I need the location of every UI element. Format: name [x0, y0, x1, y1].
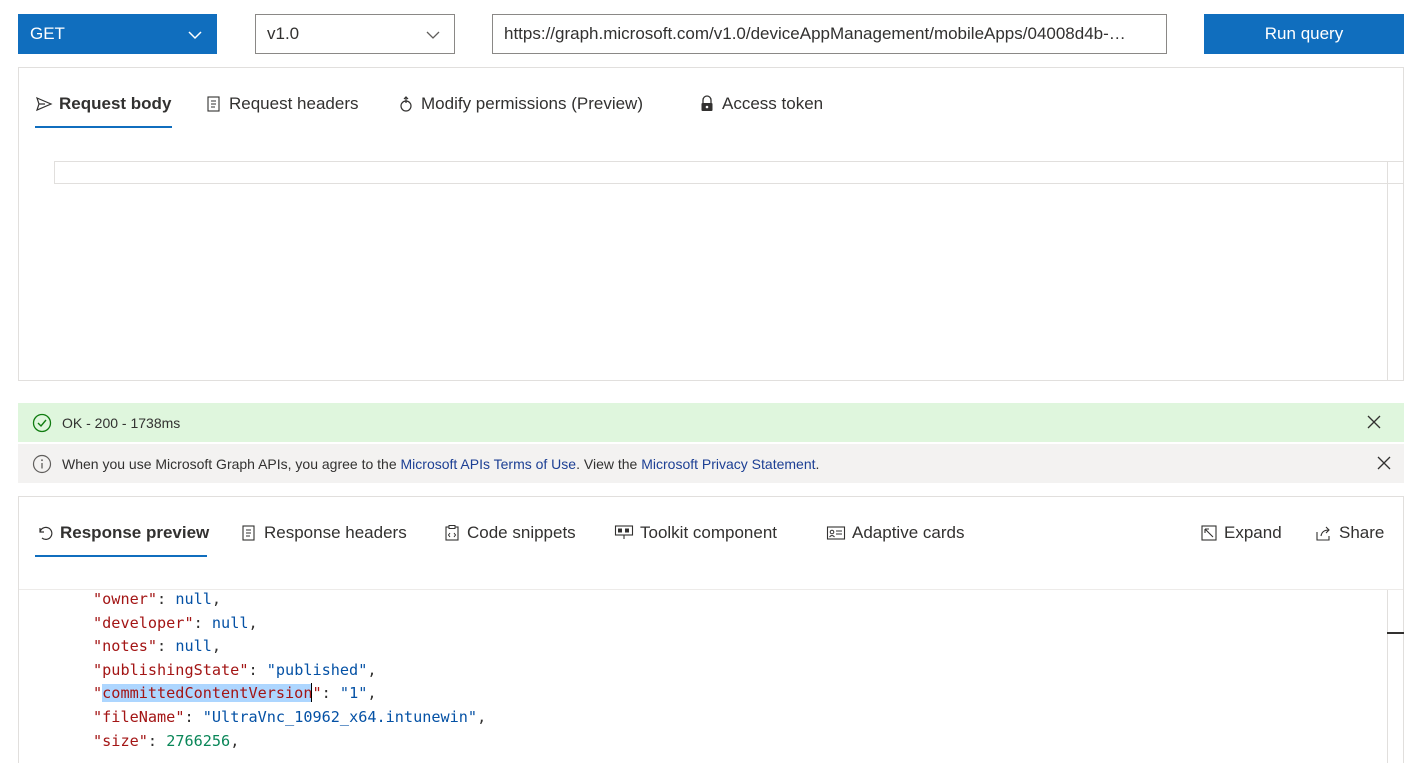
share-icon [1316, 526, 1330, 541]
tab-adaptive-cards[interactable]: Adaptive cards [826, 521, 964, 545]
run-query-button[interactable]: Run query [1204, 14, 1404, 54]
status-text: OK - 200 - 1738ms [62, 414, 181, 431]
terms-prefix: When you use Microsoft Graph APIs, you a… [62, 455, 401, 472]
lock-icon [701, 95, 713, 111]
json-key: size [102, 731, 139, 750]
tab-response-preview[interactable]: Response preview [36, 521, 209, 545]
permissions-icon [400, 96, 412, 112]
json-key: publishingState [102, 660, 240, 679]
terms-middle: . View the [576, 455, 642, 472]
response-scrollbar[interactable] [1387, 590, 1388, 763]
json-value: "UltraVnc_10962_x64.intunewin" [202, 707, 478, 726]
json-line: "committedContentVersion": "1", [93, 683, 377, 703]
json-key: developer [102, 613, 185, 632]
version-value: v1.0 [267, 24, 300, 43]
headers-icon [242, 525, 255, 541]
code-snippet-icon [445, 525, 459, 541]
tab-label: Modify permissions (Preview) [421, 94, 643, 113]
request-editor-scrollbar[interactable] [1387, 161, 1388, 380]
selected-json-key: committedContentVersion [102, 684, 313, 703]
tab-label: Adaptive cards [852, 523, 965, 542]
share-button[interactable]: Share [1315, 521, 1384, 545]
tab-label: Code snippets [467, 523, 576, 542]
json-key: fileName [102, 707, 176, 726]
terms-suffix: . [815, 455, 820, 472]
json-value: null [211, 613, 249, 632]
json-value: 2766256 [166, 731, 231, 750]
headers-icon [207, 96, 220, 112]
json-value: "published" [266, 660, 368, 679]
version-dropdown[interactable]: v1.0 [255, 14, 455, 54]
json-line: "fileName": "UltraVnc_10962_x64.intunewi… [93, 707, 487, 726]
tab-modify-permissions[interactable]: Modify permissions (Preview) [397, 92, 643, 116]
chevron-down-icon [426, 31, 440, 39]
chevron-down-icon [188, 31, 202, 40]
tab-label: Request headers [229, 94, 359, 113]
expand-button[interactable]: Expand [1200, 521, 1282, 545]
scrollbar-thumb[interactable] [1387, 632, 1404, 634]
close-icon[interactable] [1377, 456, 1391, 470]
json-value: null [175, 590, 212, 608]
tab-code-snippets[interactable]: Code snippets [443, 521, 576, 545]
tab-request-body[interactable]: Request body [35, 92, 171, 116]
tab-response-headers[interactable]: Response headers [240, 521, 407, 545]
card-icon [826, 526, 846, 540]
json-line: "publishingState": "published", [93, 660, 377, 679]
tab-label: Toolkit component [640, 523, 778, 542]
request-body-editor[interactable] [54, 161, 1404, 184]
close-icon[interactable] [1367, 415, 1381, 429]
json-line: "owner": null, [93, 590, 222, 608]
expand-icon [1201, 525, 1217, 541]
response-json-viewer[interactable]: "owner": null, "developer": null, "notes… [93, 588, 486, 753]
send-icon [36, 96, 53, 112]
active-tab-indicator [35, 555, 207, 557]
info-icon [32, 454, 52, 473]
toolkit-icon [614, 525, 634, 539]
tab-label: Access token [722, 94, 824, 113]
url-input[interactable]: https://graph.microsoft.com/v1.0/deviceA… [492, 14, 1167, 54]
method-value: GET [30, 24, 65, 43]
json-key: notes [102, 637, 148, 656]
status-message-bar: OK - 200 - 1738ms [18, 403, 1404, 442]
json-line: "size": 2766256, [93, 731, 240, 750]
undo-icon [39, 526, 53, 540]
json-value: "1" [339, 684, 368, 703]
terms-of-use-link[interactable]: Microsoft APIs Terms of Use [401, 456, 577, 472]
tab-label: Response preview [60, 523, 210, 542]
terms-message-bar: When you use Microsoft Graph APIs, you a… [18, 444, 1404, 483]
json-line: "notes": null, [93, 637, 222, 656]
json-line: "developer": null, [93, 613, 258, 632]
tab-label: Request body [59, 94, 172, 113]
privacy-statement-link[interactable]: Microsoft Privacy Statement [641, 456, 815, 472]
share-label: Share [1339, 523, 1385, 542]
tab-access-token[interactable]: Access token [698, 92, 823, 116]
tab-request-headers[interactable]: Request headers [205, 92, 358, 116]
active-tab-indicator [35, 126, 172, 128]
json-key: owner [102, 590, 148, 608]
json-value: null [175, 637, 212, 656]
method-dropdown[interactable]: GET [18, 14, 217, 54]
tab-toolkit-component[interactable]: Toolkit component [614, 521, 777, 545]
tab-label: Response headers [264, 523, 407, 542]
expand-label: Expand [1224, 523, 1282, 542]
check-circle-icon [32, 413, 52, 432]
